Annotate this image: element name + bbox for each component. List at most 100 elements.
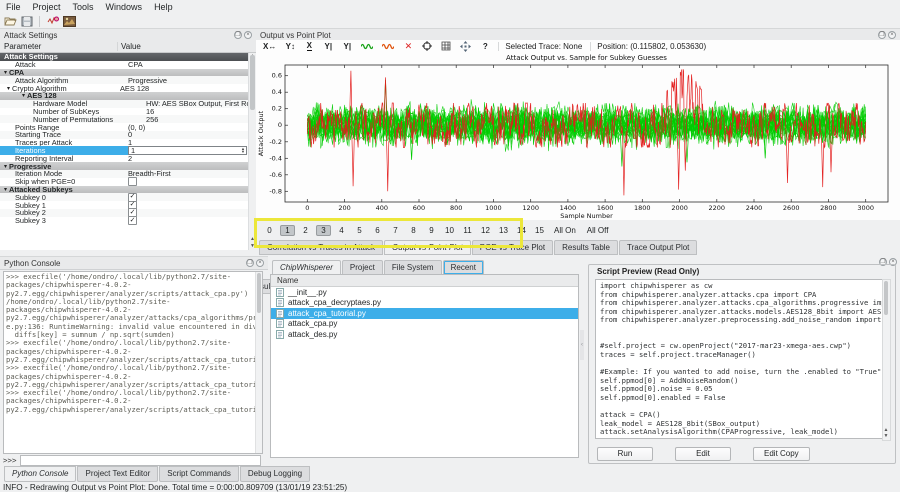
svg-text:1600: 1600 (597, 204, 614, 212)
subkey-button-11[interactable]: 11 (460, 225, 475, 236)
console-output[interactable]: >>> execfile('/home/ondro/.local/lib/pyt… (3, 271, 263, 454)
file-item-attack-cpa-tutorial-py[interactable]: attack_cpa_tutorial.py (271, 308, 578, 319)
subkey-button-0[interactable]: 0 (262, 225, 277, 236)
subkey-button-12[interactable]: 12 (478, 225, 493, 236)
menu-tools[interactable]: Tools (67, 1, 100, 13)
capture-tool-icon[interactable] (45, 15, 59, 28)
tab-pge-vs-trace-plot[interactable]: PGE vs Trace Plot (472, 240, 553, 255)
grid-icon[interactable] (441, 41, 451, 51)
range-y2-icon[interactable]: Y| (342, 41, 352, 51)
tab-output-vs-point-plot[interactable]: Output vs Point Plot (384, 240, 471, 255)
dock-float-icon[interactable]: ❐ (234, 31, 242, 39)
clear-plot-icon[interactable]: ✕ (403, 41, 413, 51)
parameter-value[interactable]: 1▲▼ (128, 146, 249, 155)
dock-float-icon[interactable]: ❐ (878, 31, 886, 39)
parameter-value[interactable] (128, 177, 249, 186)
edit-button[interactable]: Edit (675, 447, 731, 461)
subkey-button-10[interactable]: 10 (442, 225, 457, 236)
run-button[interactable]: Run (597, 447, 653, 461)
tree-row-attack[interactable]: AttackCPA (0, 61, 249, 69)
dock-close-icon[interactable]: × (244, 31, 252, 39)
script-code-view[interactable]: import chipwhisperer as cw from chipwhis… (595, 279, 884, 439)
tab-project[interactable]: Project (342, 260, 383, 275)
tab-correlation-vs-traces-in-attack[interactable]: Correlation vs Traces in Attack (259, 240, 383, 255)
subkey-button-8[interactable]: 8 (406, 225, 421, 236)
dock-close-icon[interactable]: × (256, 259, 264, 267)
crosshair-icon[interactable] (422, 41, 432, 51)
subkey-button-15[interactable]: 15 (532, 225, 547, 236)
subkey-button-13[interactable]: 13 (496, 225, 511, 236)
attack-settings-tree[interactable]: Attack SettingsAttackCPA▾CPAAttack Algor… (0, 53, 249, 250)
menu-project[interactable]: Project (27, 1, 67, 13)
open-project-icon[interactable] (3, 15, 17, 28)
show-traces-icon[interactable] (361, 41, 373, 51)
tab-project-text-editor[interactable]: Project Text Editor (77, 466, 158, 482)
tree-scrollbar-thumb[interactable] (250, 55, 255, 110)
parameter-value[interactable]: CPA (128, 60, 249, 69)
autoscale-y-icon[interactable]: Y↕ (285, 41, 295, 51)
subkey-button-5[interactable]: 5 (352, 225, 367, 236)
autoscale-x-icon[interactable]: X↔ (263, 41, 276, 51)
tree-row-subkey-3[interactable]: Subkey 3✓ (0, 217, 249, 225)
expand-arrow-icon[interactable]: ▾ (7, 85, 10, 92)
menu-help[interactable]: Help (148, 1, 179, 13)
subkey-button-7[interactable]: 7 (388, 225, 403, 236)
analyzer-tool-icon[interactable] (62, 15, 76, 28)
name-column-header[interactable]: Name (277, 276, 298, 285)
tab-chipwhisperer[interactable]: ChipWhisperer (272, 260, 341, 275)
checkbox-unchecked[interactable] (128, 177, 137, 186)
tab-script-commands[interactable]: Script Commands (159, 466, 239, 482)
results-tab-strip: Correlation vs Traces in AttackOutput vs… (257, 240, 697, 255)
spinner-arrows-icon[interactable]: ▲▼ (241, 147, 245, 154)
tab-trace-output-plot[interactable]: Trace Output Plot (619, 240, 697, 255)
tab-recent[interactable]: Recent (443, 260, 484, 275)
console-scrollbar[interactable] (255, 272, 262, 453)
iterations-spinbox[interactable]: 1▲▼ (128, 146, 247, 155)
parameter-value[interactable]: AES 128 (120, 84, 249, 93)
file-item-init-py[interactable]: __init__.py (271, 287, 578, 298)
persistence-traces-icon[interactable] (382, 41, 394, 51)
save-project-icon[interactable] (20, 15, 34, 28)
checkbox-checked[interactable]: ✓ (128, 216, 137, 225)
subkey-button-6[interactable]: 6 (370, 225, 385, 236)
help-icon[interactable]: ? (480, 41, 490, 51)
parameter-value[interactable]: ✓ (128, 216, 249, 225)
chart-canvas[interactable]: 0200400600800100012001400160018002000220… (256, 52, 900, 220)
tab-python-console[interactable]: Python Console (4, 466, 76, 482)
subkey-button-14[interactable]: 14 (514, 225, 529, 236)
range-y-icon[interactable]: Y| (323, 41, 333, 51)
file-list-header[interactable]: Name (271, 275, 578, 287)
subkey-button-4[interactable]: 4 (334, 225, 349, 236)
menu-bar: FileProjectToolsWindowsHelp (0, 0, 900, 14)
tab-results-table[interactable]: Results Table (554, 240, 618, 255)
edit-copy-button[interactable]: Edit Copy (753, 447, 810, 461)
script-file-list[interactable]: Name __init__.pyattack_cpa_decryptaes.py… (270, 274, 579, 458)
subkey-button-1[interactable]: 1 (280, 225, 295, 236)
tab-debug-logging[interactable]: Debug Logging (240, 466, 310, 482)
subkey-button-all-on[interactable]: All On (550, 225, 580, 236)
file-item-attack-cpa-py[interactable]: attack_cpa.py (271, 319, 578, 330)
selected-trace-status: Selected Trace: None (498, 42, 582, 51)
file-item-attack-cpa-decryptaes-py[interactable]: attack_cpa_decryptaes.py (271, 298, 578, 309)
subkey-button-9[interactable]: 9 (424, 225, 439, 236)
file-name: attack_cpa_tutorial.py (288, 309, 366, 318)
file-item-attack-des-py[interactable]: attack_des.py (271, 329, 578, 340)
subkey-button-3[interactable]: 3 (316, 225, 331, 236)
value-column-header[interactable]: Value (118, 42, 141, 51)
dock-float-icon[interactable]: ❐ (246, 259, 254, 267)
pan-icon[interactable] (460, 41, 471, 51)
menu-windows[interactable]: Windows (100, 1, 149, 13)
tree-scrollbar[interactable]: ▲ ▲ ▼ (248, 53, 256, 250)
parameter-column-header[interactable]: Parameter (0, 42, 118, 51)
script-scrollbar[interactable]: ▲ ▼ (882, 279, 891, 441)
attack-output-chart[interactable]: 0200400600800100012001400160018002000220… (256, 52, 900, 220)
panel-splitter[interactable]: ‹ (580, 330, 584, 360)
svg-text:800: 800 (450, 204, 462, 212)
range-x-icon[interactable]: X (304, 41, 314, 51)
subkey-button-2[interactable]: 2 (298, 225, 313, 236)
dock-close-icon[interactable]: × (888, 31, 896, 39)
menu-file[interactable]: File (0, 1, 27, 13)
subkey-button-all-off[interactable]: All Off (583, 225, 613, 236)
console-input[interactable] (20, 455, 261, 466)
tab-file-system[interactable]: File System (384, 260, 442, 275)
